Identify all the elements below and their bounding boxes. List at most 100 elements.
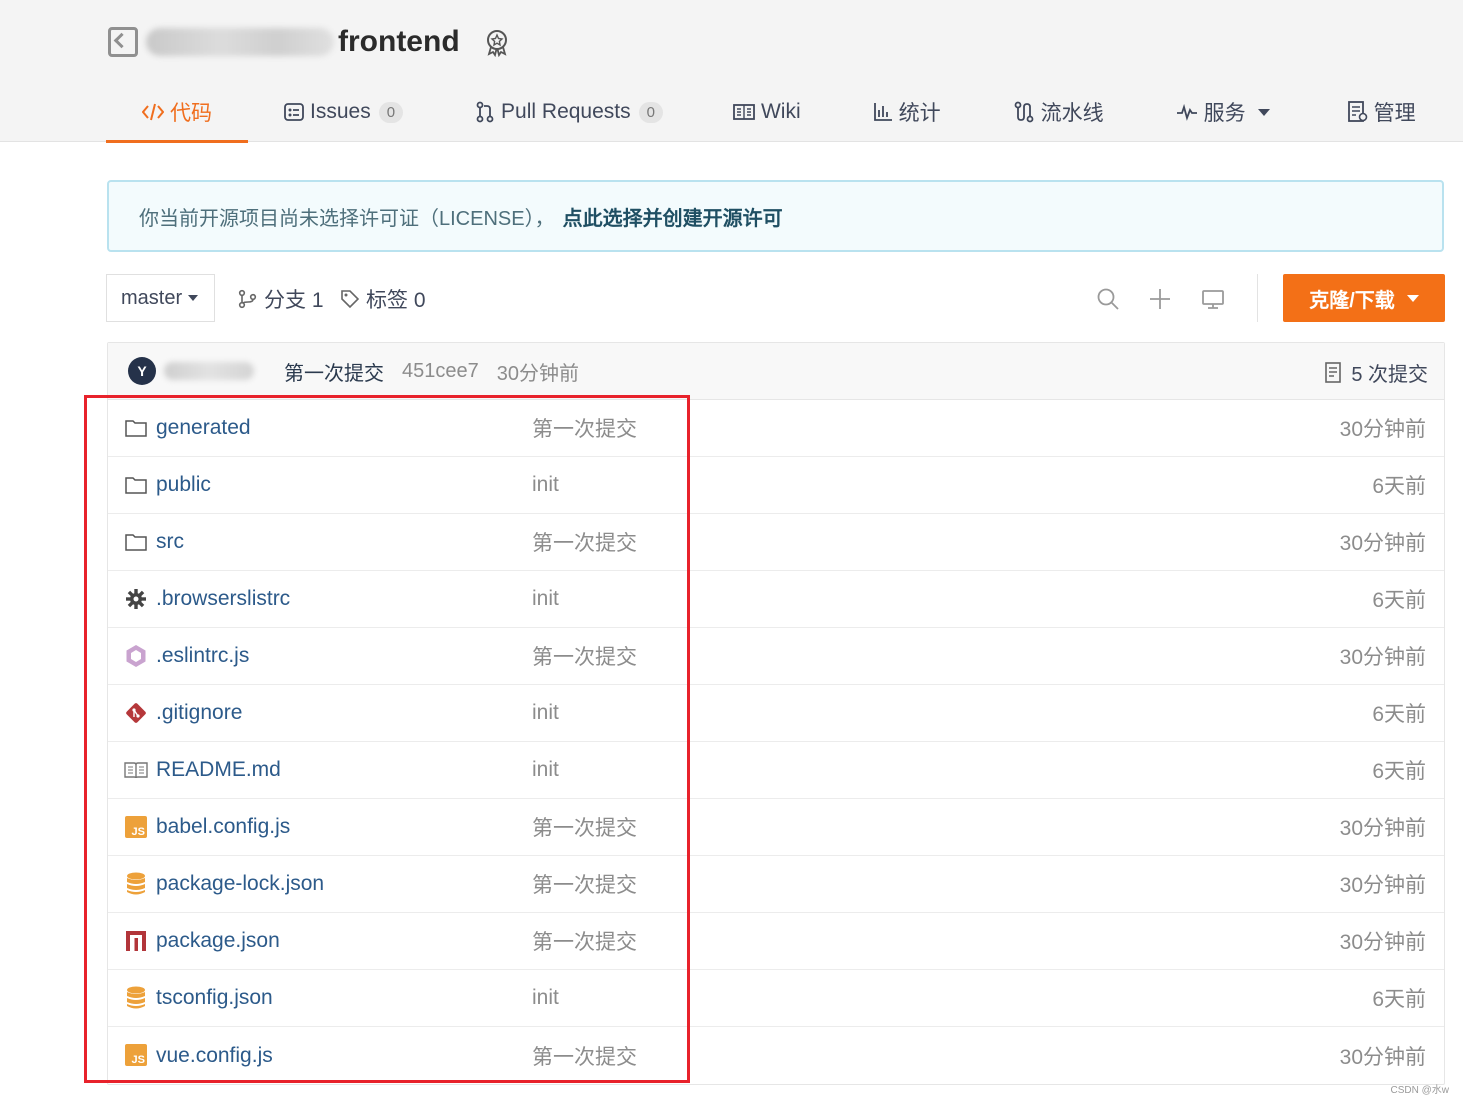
file-commit-message[interactable]: init — [532, 587, 559, 611]
commit-author-blurred[interactable] — [164, 362, 254, 380]
file-row[interactable]: public init 6天前 — [108, 457, 1444, 514]
file-name[interactable]: package.json — [156, 929, 280, 953]
recommend-badge-icon[interactable] — [482, 27, 512, 57]
file-name[interactable]: generated — [156, 416, 251, 440]
file-row[interactable]: README.md init 6天前 — [108, 742, 1444, 799]
file-row[interactable]: .eslintrc.js 第一次提交 30分钟前 — [108, 628, 1444, 685]
tab-stats[interactable]: 统计 — [873, 82, 941, 142]
file-name[interactable]: babel.config.js — [156, 815, 290, 839]
file-commit-time: 6天前 — [1372, 475, 1426, 498]
service-icon — [1176, 103, 1198, 121]
folder-icon — [124, 416, 148, 440]
file-name[interactable]: public — [156, 473, 211, 497]
tab-code[interactable]: 代码 — [106, 82, 248, 143]
tab-service[interactable]: 服务 — [1176, 82, 1270, 142]
add-file-icon[interactable] — [1148, 287, 1172, 311]
file-row[interactable]: JS vue.config.js 第一次提交 30分钟前 — [108, 1027, 1444, 1084]
latest-commit-message[interactable]: 第一次提交 — [284, 357, 384, 386]
file-name[interactable]: package-lock.json — [156, 872, 324, 896]
stats-icon — [873, 102, 893, 122]
file-commit-message[interactable]: 第一次提交 — [532, 869, 637, 899]
file-row[interactable]: package-lock.json 第一次提交 30分钟前 — [108, 856, 1444, 913]
tab-pipeline[interactable]: 流水线 — [1013, 82, 1104, 142]
tab-wiki[interactable]: Wiki — [733, 82, 801, 142]
branches-link[interactable]: 分支 1 — [238, 286, 324, 312]
code-icon — [142, 102, 164, 122]
latest-commit-time: 30分钟前 — [496, 362, 579, 385]
file-commit-time: 30分钟前 — [1339, 532, 1426, 555]
file-commit-message[interactable]: init — [532, 473, 559, 497]
repo-owner-blurred[interactable] — [146, 28, 334, 56]
git-icon — [124, 701, 148, 725]
avatar[interactable]: Y — [128, 357, 156, 385]
gear-icon — [124, 587, 148, 611]
clone-download-label: 克隆/下载 — [1309, 289, 1395, 312]
file-commit-message[interactable]: init — [532, 758, 559, 782]
tab-stats-label: 统计 — [898, 102, 941, 125]
file-row[interactable]: package.json 第一次提交 30分钟前 — [108, 913, 1444, 970]
commits-icon — [1325, 361, 1342, 383]
tags-link[interactable]: 标签 0 — [340, 286, 426, 312]
file-commit-message[interactable]: 第一次提交 — [532, 926, 637, 956]
file-commit-message[interactable]: init — [532, 986, 559, 1010]
repo-tabs: 代码 Issues 0 Pull Requests 0 Wiki 统计 流水线 … — [106, 82, 1416, 143]
tab-issues[interactable]: Issues 0 — [284, 82, 404, 142]
file-commit-time: 30分钟前 — [1339, 1045, 1426, 1069]
folder-icon — [124, 530, 148, 554]
chevron-down-icon — [1257, 108, 1270, 116]
file-commit-time: 30分钟前 — [1339, 931, 1426, 954]
branches-label: 分支 1 — [264, 289, 324, 312]
file-commit-time: 30分钟前 — [1339, 874, 1426, 897]
file-row[interactable]: .gitignore init 6天前 — [108, 685, 1444, 742]
branch-selector[interactable]: master — [106, 274, 215, 322]
file-row[interactable]: generated 第一次提交 30分钟前 — [108, 400, 1444, 457]
file-name[interactable]: README.md — [156, 758, 281, 782]
clone-download-button[interactable]: 克隆/下载 — [1283, 274, 1445, 322]
repository-icon — [108, 27, 138, 57]
tab-wiki-label: Wiki — [760, 100, 801, 123]
database-icon — [124, 872, 148, 896]
js-file-icon: JS — [124, 815, 148, 839]
file-name[interactable]: .browserslistrc — [156, 587, 290, 611]
file-commit-message[interactable]: init — [532, 701, 559, 725]
file-row[interactable]: .browserslistrc init 6天前 — [108, 571, 1444, 628]
issues-icon — [284, 102, 304, 122]
file-commit-time: 30分钟前 — [1339, 646, 1426, 669]
tab-pull-requests[interactable]: Pull Requests 0 — [475, 82, 663, 142]
eslint-icon — [124, 644, 148, 668]
commit-count-link[interactable]: 5 次提交 — [1325, 358, 1428, 387]
folder-icon — [124, 473, 148, 497]
tab-manage[interactable]: 管理 — [1347, 82, 1416, 142]
wiki-icon — [733, 103, 755, 121]
search-icon[interactable] — [1096, 287, 1120, 311]
tab-service-label: 服务 — [1203, 102, 1246, 125]
file-row[interactable]: src 第一次提交 30分钟前 — [108, 514, 1444, 571]
file-name[interactable]: tsconfig.json — [156, 986, 273, 1010]
file-row[interactable]: JS babel.config.js 第一次提交 30分钟前 — [108, 799, 1444, 856]
file-name[interactable]: src — [156, 530, 184, 554]
svg-text:JS: JS — [132, 1054, 145, 1066]
tab-code-label: 代码 — [170, 102, 212, 125]
latest-commit-hash[interactable]: 451cee7 — [402, 360, 479, 383]
toolbar-divider — [1257, 274, 1258, 322]
create-license-link[interactable]: 点此选择并创建开源许可 — [563, 202, 783, 231]
file-commit-message[interactable]: 第一次提交 — [532, 413, 637, 443]
file-name[interactable]: vue.config.js — [156, 1044, 273, 1068]
file-commit-message[interactable]: 第一次提交 — [532, 527, 637, 557]
tab-manage-label: 管理 — [1373, 102, 1416, 125]
web-ide-icon[interactable] — [1201, 287, 1225, 311]
file-commit-message[interactable]: 第一次提交 — [532, 812, 637, 842]
file-name[interactable]: .eslintrc.js — [156, 644, 249, 668]
repo-name[interactable]: frontend — [338, 25, 460, 59]
file-list: Y 第一次提交 451cee7 30分钟前 5 次提交 generated 第一… — [107, 342, 1445, 1085]
file-row[interactable]: tsconfig.json init 6天前 — [108, 970, 1444, 1027]
file-commit-time: 30分钟前 — [1339, 817, 1426, 840]
file-name[interactable]: .gitignore — [156, 701, 242, 725]
file-commit-message[interactable]: 第一次提交 — [532, 641, 637, 671]
issues-count-badge: 0 — [378, 101, 404, 123]
file-commit-message[interactable]: 第一次提交 — [532, 1041, 637, 1071]
manage-icon — [1347, 101, 1368, 123]
file-commit-time: 30分钟前 — [1339, 418, 1426, 441]
license-notice: 你当前开源项目尚未选择许可证（LICENSE）， 点此选择并创建开源许可 — [107, 180, 1444, 252]
pipeline-icon — [1013, 101, 1035, 123]
